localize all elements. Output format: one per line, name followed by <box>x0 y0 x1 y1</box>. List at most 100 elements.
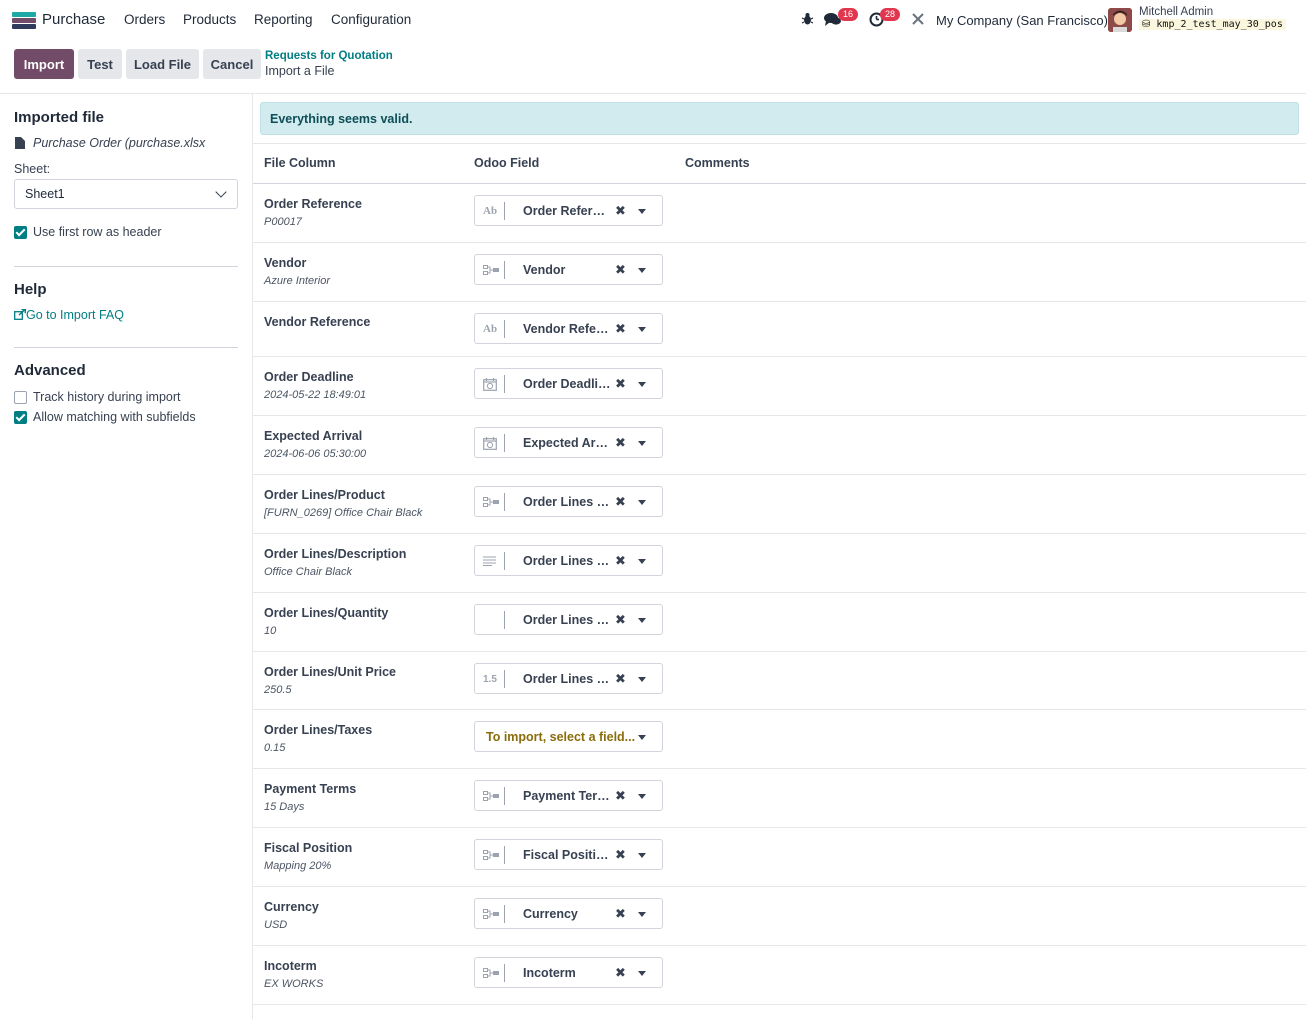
activities-badge: 28 <box>880 8 901 21</box>
relation-type-icon <box>481 964 505 982</box>
clear-icon[interactable]: ✖ <box>615 788 626 804</box>
field-select-value: Order Reference <box>523 204 611 218</box>
import-faq-link[interactable]: Go to Import FAQ <box>14 308 124 322</box>
caret-down-icon[interactable] <box>638 209 646 214</box>
file-column-sample: P00017 <box>264 216 302 228</box>
cancel-button[interactable]: Cancel <box>203 49 261 79</box>
caret-down-icon[interactable] <box>638 853 646 858</box>
first-row-header-checkbox[interactable] <box>14 226 27 239</box>
odoo-field-select[interactable]: Incoterm ✖ <box>474 957 663 988</box>
load-file-button[interactable]: Load File <box>126 49 199 79</box>
track-history-label[interactable]: Track history during import <box>33 390 181 404</box>
messages-badge: 16 <box>838 8 859 21</box>
caret-down-icon[interactable] <box>638 327 646 332</box>
menu-orders[interactable]: Orders <box>124 12 165 27</box>
odoo-field-select[interactable]: Order Lines / Product ✖ <box>474 486 663 517</box>
clear-icon[interactable]: ✖ <box>615 435 626 451</box>
caret-down-icon[interactable] <box>638 618 646 623</box>
clear-icon[interactable]: ✖ <box>615 612 626 628</box>
caret-down-icon[interactable] <box>638 559 646 564</box>
caret-down-icon[interactable] <box>638 677 646 682</box>
mapping-row: Order Deadline 2024-05-22 18:49:01 Order D… <box>253 357 1306 416</box>
relation-type-icon <box>481 905 505 923</box>
clear-icon[interactable]: ✖ <box>615 321 626 337</box>
float-type-icon: 1.5 <box>481 670 505 688</box>
file-column-sample: 250.5 <box>264 684 292 696</box>
sheet-select[interactable]: Sheet1 <box>14 179 238 209</box>
file-column-sample: Mapping 20% <box>264 860 332 872</box>
app-name[interactable]: Purchase <box>42 11 105 28</box>
purchase-app-icon[interactable] <box>12 12 36 29</box>
field-select-value: Order Lines / Unit Price <box>523 672 611 686</box>
mapping-row: Vendor Reference Ab Vendor Reference ✖ <box>253 302 1306 357</box>
caret-down-icon[interactable] <box>638 735 646 740</box>
menu-configuration[interactable]: Configuration <box>331 12 411 27</box>
clear-icon[interactable]: ✖ <box>615 494 626 510</box>
file-column-name: Order Deadline <box>264 370 354 384</box>
file-column-name: Currency <box>264 900 319 914</box>
file-column-sample: 2024-05-22 18:49:01 <box>264 389 367 401</box>
file-column-name: Incoterm <box>264 959 317 973</box>
caret-down-icon[interactable] <box>638 912 646 917</box>
clear-icon[interactable]: ✖ <box>615 553 626 569</box>
field-select-value: Vendor <box>523 263 566 277</box>
test-button[interactable]: Test <box>78 49 122 79</box>
import-button[interactable]: Import <box>14 49 74 79</box>
odoo-field-select[interactable]: Order Lines / Quantity ✖ <box>474 604 663 635</box>
tools-icon[interactable] <box>911 12 925 26</box>
odoo-field-select[interactable]: Order Deadline ✖ <box>474 368 663 399</box>
odoo-field-select[interactable]: Ab Vendor Reference ✖ <box>474 313 663 344</box>
track-history-checkbox[interactable] <box>14 391 27 404</box>
menu-products[interactable]: Products <box>183 12 236 27</box>
clear-icon[interactable]: ✖ <box>615 671 626 687</box>
file-column-name: Order Lines/Quantity <box>264 606 389 620</box>
breadcrumb-parent[interactable]: Requests for Quotation <box>265 50 393 62</box>
clear-icon[interactable]: ✖ <box>615 203 626 219</box>
caret-down-icon[interactable] <box>638 794 646 799</box>
clear-icon[interactable]: ✖ <box>615 262 626 278</box>
user-avatar[interactable] <box>1108 8 1132 32</box>
header-file-column: File Column <box>264 156 336 170</box>
caret-down-icon[interactable] <box>638 500 646 505</box>
allow-matching-checkbox[interactable] <box>14 411 27 424</box>
mapping-row: Incoterm EX WORKS Incoterm ✖ <box>253 946 1306 1005</box>
mapping-row: Order Lines/Unit Price 250.5 1.5 Order Line… <box>253 652 1306 710</box>
file-column-sample: 2024-06-06 05:30:00 <box>264 448 367 460</box>
caret-down-icon[interactable] <box>638 971 646 976</box>
field-select-value: Order Lines / Quantity <box>523 613 611 627</box>
menu-reporting[interactable]: Reporting <box>254 12 313 27</box>
clear-icon[interactable]: ✖ <box>615 965 626 981</box>
relation-type-icon <box>481 846 505 864</box>
mapping-row: Order Lines/Product [FURN_0269] Office Ch… <box>253 475 1306 534</box>
odoo-field-select[interactable]: Vendor ✖ <box>474 254 663 285</box>
odoo-field-select[interactable]: Fiscal Position ✖ <box>474 839 663 870</box>
user-name[interactable]: Mitchell Admin <box>1139 6 1213 18</box>
caret-down-icon[interactable] <box>638 441 646 446</box>
header-comments: Comments <box>685 156 750 170</box>
caret-down-icon[interactable] <box>638 382 646 387</box>
validation-alert: Everything seems valid. <box>260 102 1299 135</box>
allow-matching-label[interactable]: Allow matching with subfields <box>33 410 196 424</box>
odoo-field-select[interactable]: 1.5 Order Lines / Unit Price ✖ <box>474 663 663 694</box>
field-select-value: Expected Arrival <box>523 436 611 450</box>
odoo-field-select[interactable]: Currency ✖ <box>474 898 663 929</box>
clear-icon[interactable]: ✖ <box>615 906 626 922</box>
top-navbar: Purchase Orders Products Reporting Confi… <box>0 0 1306 41</box>
divider <box>14 347 238 348</box>
import-faq-link-text[interactable]: Go to Import FAQ <box>26 308 124 322</box>
first-row-header-label[interactable]: Use first row as header <box>33 225 162 239</box>
odoo-field-select[interactable]: Payment Terms ✖ <box>474 780 663 811</box>
field-type-icon <box>481 611 505 629</box>
clear-icon[interactable]: ✖ <box>615 847 626 863</box>
field-select-value: Incoterm <box>523 966 576 980</box>
odoo-field-select[interactable]: To import, select a field... <box>474 721 663 752</box>
caret-down-icon[interactable] <box>638 268 646 273</box>
field-select-value: Order Deadline <box>523 377 611 391</box>
odoo-field-select[interactable]: Ab Order Reference ✖ <box>474 195 663 226</box>
field-select-value: Vendor Reference <box>523 322 611 336</box>
odoo-field-select[interactable]: Expected Arrival ✖ <box>474 427 663 458</box>
odoo-field-select[interactable]: Order Lines / Description ✖ <box>474 545 663 576</box>
bug-icon[interactable] <box>801 12 814 26</box>
clear-icon[interactable]: ✖ <box>615 376 626 392</box>
company-switcher[interactable]: My Company (San Francisco) <box>936 13 1108 28</box>
